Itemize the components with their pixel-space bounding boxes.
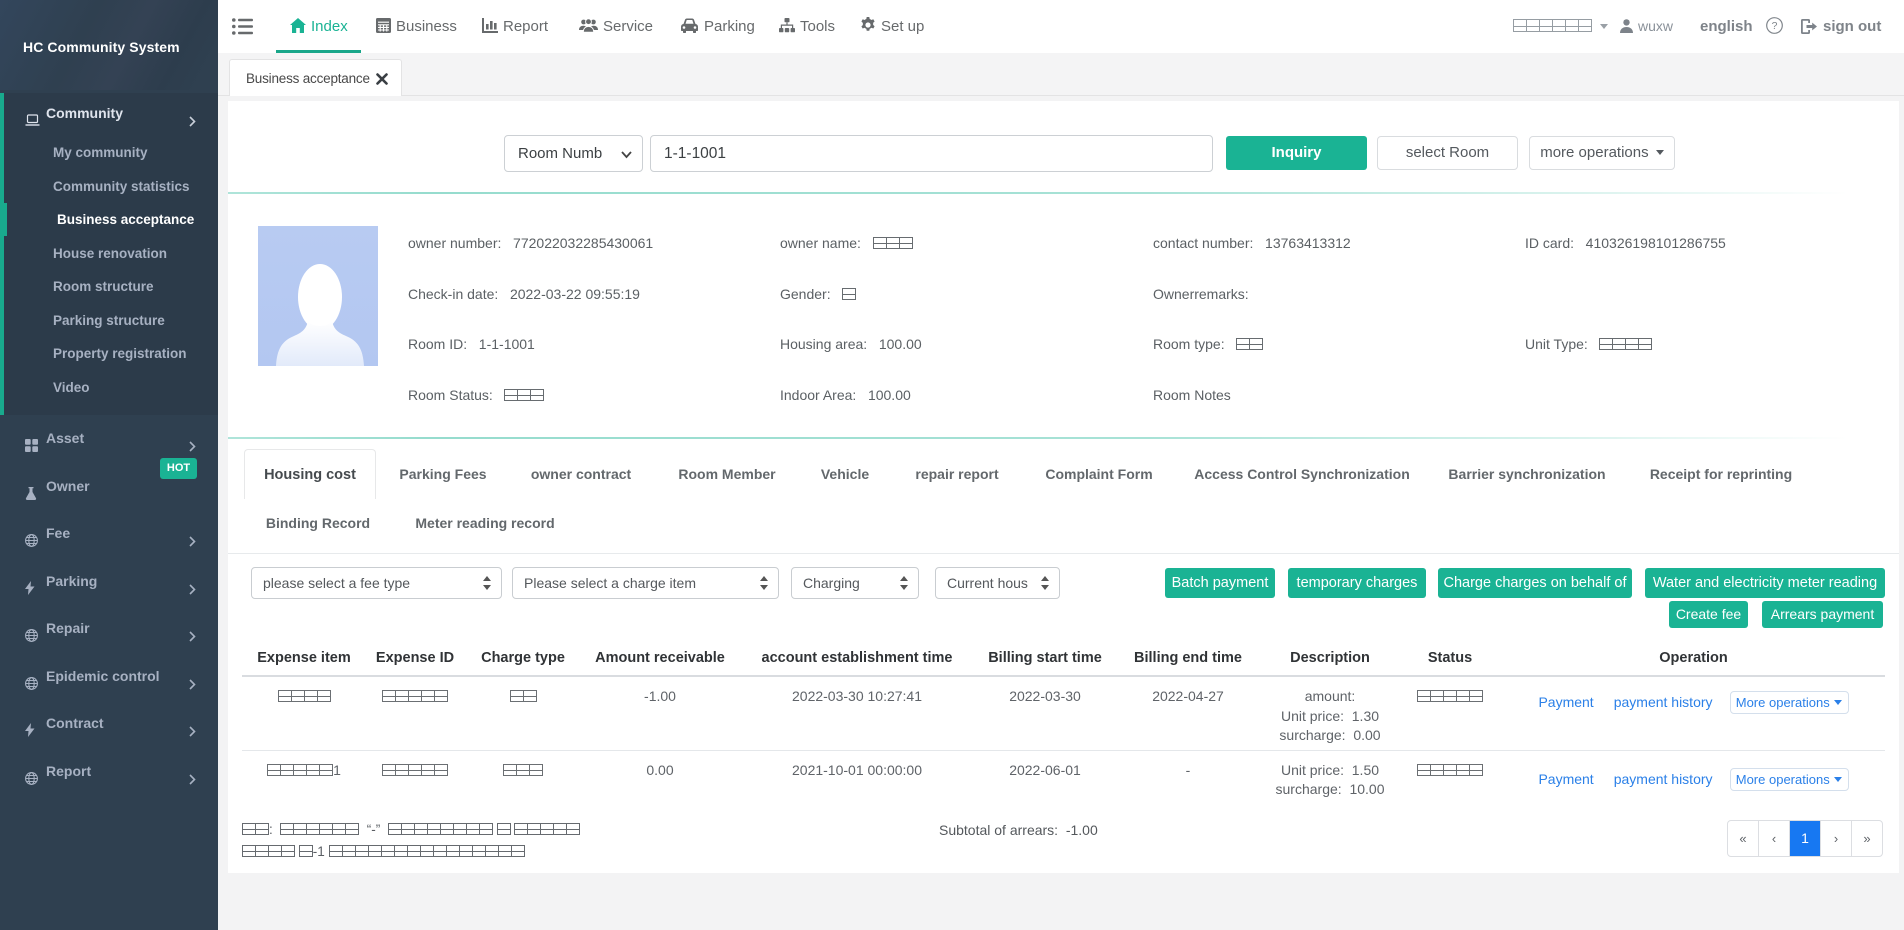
svg-text:?: ?	[1772, 20, 1778, 32]
